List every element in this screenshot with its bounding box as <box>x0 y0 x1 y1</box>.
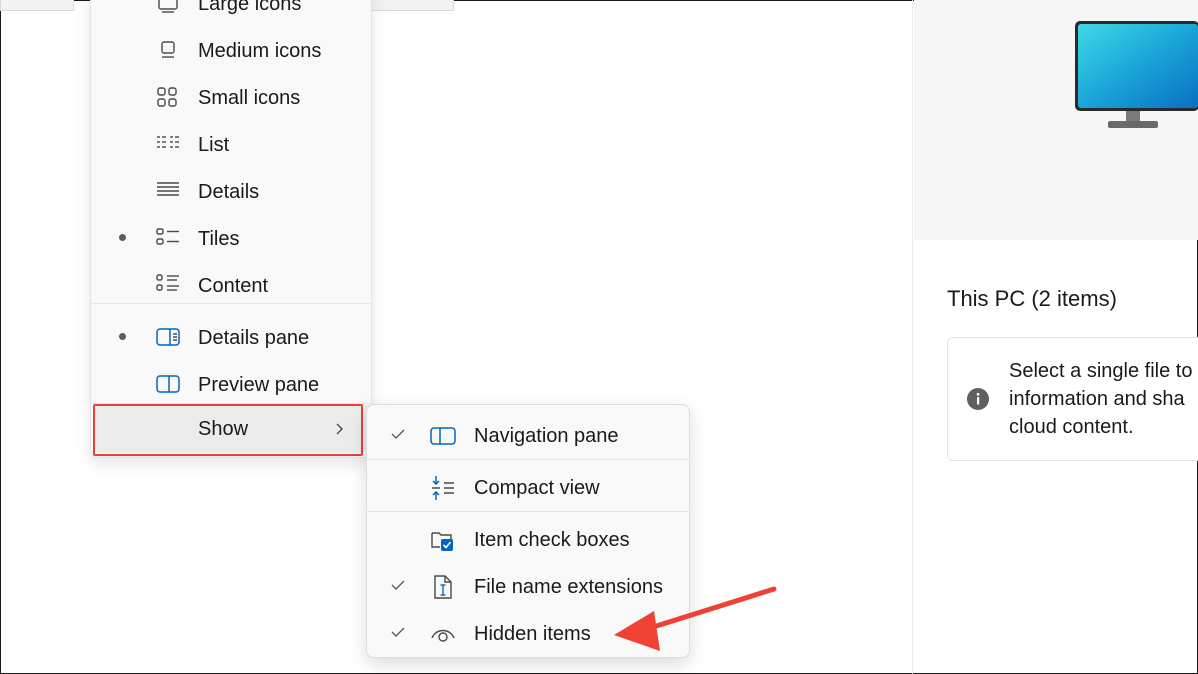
submenu-item-label: Navigation pane <box>474 425 619 447</box>
monitor-icon <box>1075 21 1198 128</box>
info-icon <box>967 388 989 410</box>
menu-item-list[interactable]: List <box>91 122 371 166</box>
medium-icons-icon <box>161 41 175 58</box>
menu-item-small-icons[interactable]: Small icons <box>91 75 371 119</box>
menu-item-details-pane[interactable]: Details pane <box>91 315 371 359</box>
menu-item-label: Medium icons <box>198 40 322 62</box>
navigation-pane-icon <box>430 427 456 445</box>
preview-area <box>914 0 1198 240</box>
info-text: cloud content. <box>1009 416 1134 438</box>
preview-pane-icon <box>156 375 180 393</box>
submenu-item-label: Item check boxes <box>474 529 630 551</box>
item-check-boxes-icon <box>431 532 453 551</box>
submenu-item-compact-view[interactable]: Compact view <box>367 465 689 509</box>
submenu-item-item-check-boxes[interactable]: Item check boxes <box>367 517 689 561</box>
eye-icon <box>431 629 455 642</box>
menu-item-tiles[interactable]: Tiles <box>91 216 371 260</box>
compact-view-icon <box>432 476 454 500</box>
info-text: Select a single file to <box>1009 360 1193 382</box>
toolbar-fragment <box>370 0 454 11</box>
menu-separator <box>91 303 371 304</box>
list-icon <box>157 136 179 148</box>
selected-bullet <box>119 234 126 241</box>
menu-item-medium-icons[interactable]: Medium icons <box>91 28 371 72</box>
check-icon <box>391 580 405 590</box>
large-icons-icon <box>158 0 178 13</box>
check-icon <box>391 429 405 439</box>
file-name-extensions-icon <box>434 575 452 599</box>
menu-separator <box>367 459 689 460</box>
details-pane-icon <box>156 328 180 346</box>
details-icon <box>157 182 179 196</box>
pane-divider <box>912 0 913 674</box>
menu-separator <box>367 511 689 512</box>
menu-item-content[interactable]: Content <box>91 263 371 307</box>
menu-item-label: Details <box>198 181 260 203</box>
menu-item-large-icons[interactable]: Large icons <box>91 0 371 25</box>
menu-item-preview-pane[interactable]: Preview pane <box>91 362 371 406</box>
submenu-item-label: Hidden items <box>474 623 591 645</box>
details-pane-title: This PC (2 items) <box>947 286 1117 311</box>
submenu-item-label: Compact view <box>474 477 600 499</box>
menu-item-label: Large icons <box>198 0 302 15</box>
selected-bullet <box>119 333 126 340</box>
menu-item-label: Preview pane <box>198 374 320 396</box>
check-icon <box>391 627 405 637</box>
toolbar-fragment <box>0 0 74 11</box>
info-box: Select a single file to information and … <box>947 337 1198 461</box>
highlight-box <box>93 404 363 456</box>
tiles-icon <box>156 228 179 245</box>
info-text: information and sha <box>1009 388 1185 410</box>
content-icon <box>156 274 179 291</box>
menu-item-label: List <box>198 134 230 156</box>
small-icons-icon <box>157 87 177 107</box>
submenu-item-navigation-pane[interactable]: Navigation pane <box>367 413 689 457</box>
menu-item-label: Content <box>198 275 269 297</box>
annotation-arrow-icon <box>614 586 777 651</box>
view-menu: Large icons Medium icons Small icons Lis… <box>90 0 372 458</box>
menu-item-label: Small icons <box>198 87 301 109</box>
menu-item-label: Details pane <box>198 327 310 349</box>
menu-item-details[interactable]: Details <box>91 169 371 213</box>
menu-item-label: Tiles <box>198 228 240 250</box>
